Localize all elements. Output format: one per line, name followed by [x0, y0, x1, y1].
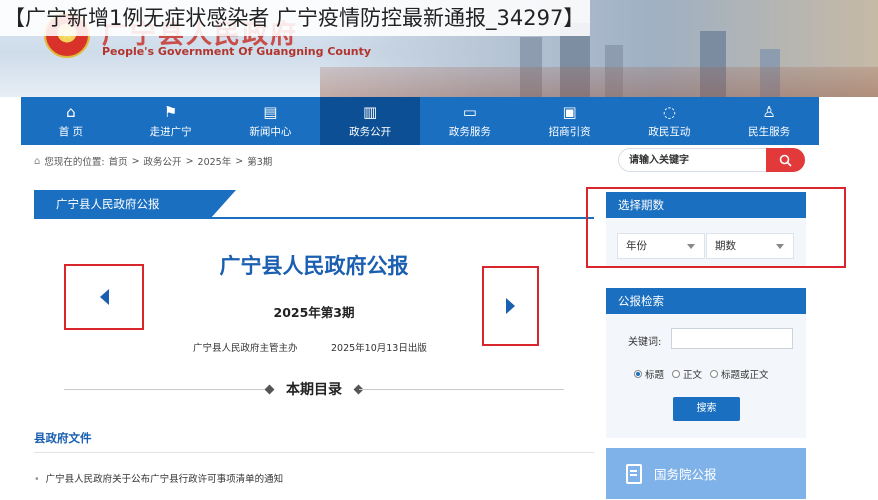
- breadcrumb-prefix: 您现在的位置:: [44, 157, 105, 168]
- breadcrumb-item-issue[interactable]: 第3期: [247, 154, 272, 168]
- radio-title[interactable]: 标题: [634, 367, 664, 381]
- section-tab-slant: [210, 190, 236, 219]
- radio-circle: [672, 370, 681, 378]
- nav-item-label: 政民互动: [648, 125, 691, 138]
- main-nav: ⌂ 首 页 ⚑ 走进广宁 ▤ 新闻中心 ▥ 政务公开 ▭ 政务服务 ▣ 招商引资…: [21, 97, 819, 145]
- breadcrumb: ⌂ 您现在的位置: 首页 > 政务公开 > 2025年 > 第3期: [34, 154, 272, 169]
- radio-label: 标题或正文: [721, 370, 769, 381]
- prev-issue-button[interactable]: [64, 264, 144, 330]
- state-council-label: 国务院公报: [654, 467, 717, 482]
- nav-item-gov-affairs[interactable]: ▥ 政务公开: [320, 97, 420, 145]
- breadcrumb-item-year[interactable]: 2025年: [198, 154, 232, 168]
- briefcase-icon: ▣: [562, 102, 577, 121]
- nav-item-label: 政务公开: [349, 125, 392, 138]
- breadcrumb-separator: >: [185, 155, 194, 167]
- keyword-input[interactable]: [671, 328, 793, 349]
- radio-label: 正文: [683, 370, 703, 381]
- flag-icon: ⚑: [163, 102, 178, 121]
- radio-body[interactable]: 正文: [672, 367, 702, 381]
- list-item[interactable]: • 广宁县人民政府关于公布广宁县行政许可事项清单的通知: [34, 471, 283, 485]
- nav-item-label: 新闻中心: [249, 125, 292, 138]
- nav-item-home[interactable]: ⌂ 首 页: [21, 97, 121, 145]
- breadcrumb-separator: >: [131, 155, 140, 167]
- section-title: 县政府文件: [34, 431, 92, 445]
- search-icon: [779, 154, 792, 167]
- nav-item-label: 首 页: [58, 125, 84, 138]
- monitor-icon: ▭: [462, 102, 477, 121]
- nav-item-interaction[interactable]: ◌ 政民互动: [620, 97, 720, 145]
- radio-circle: [634, 370, 642, 378]
- radio-label: 标题: [645, 370, 665, 381]
- arrow-left-icon: [99, 289, 109, 305]
- home-icon: ⌂: [66, 102, 76, 121]
- state-council-gazette-link[interactable]: 国务院公报: [606, 448, 806, 499]
- publisher: 广宁县人民政府主管主办: [193, 343, 298, 354]
- nav-item-label: 走进广宁: [149, 125, 192, 138]
- breadcrumb-item-gov-affairs[interactable]: 政务公开: [144, 154, 182, 168]
- overlay-title: 【广宁新增1例无症状感染者 广宁疫情防控最新通报_34297】: [0, 0, 591, 36]
- publish-date: 2025年10月13日出版: [331, 343, 427, 354]
- chat-icon: ◌: [662, 102, 676, 121]
- document-link[interactable]: 广宁县人民政府关于公布广宁县行政许可事项清单的通知: [46, 474, 284, 485]
- nav-item-about[interactable]: ⚑ 走进广宁: [121, 97, 221, 145]
- divider: [359, 389, 564, 390]
- nav-item-news[interactable]: ▤ 新闻中心: [221, 97, 321, 145]
- main-section-header: 广宁县人民政府公报: [34, 190, 594, 219]
- nav-item-label: 民生服务: [748, 125, 791, 138]
- search-panel-title: 公报检索: [606, 288, 806, 314]
- next-issue-button[interactable]: [482, 266, 539, 346]
- site-search: [618, 148, 805, 172]
- search-submit-button[interactable]: 搜索: [673, 397, 740, 421]
- nav-item-livelihood[interactable]: ♙ 民生服务: [719, 97, 819, 145]
- home-icon: ⌂: [34, 155, 41, 167]
- radio-title-or-body[interactable]: 标题或正文: [710, 367, 769, 381]
- nav-item-label: 政务服务: [448, 125, 491, 138]
- nav-item-investment[interactable]: ▣ 招商引资: [520, 97, 620, 145]
- highlight-box: [586, 187, 846, 268]
- book-icon: ▥: [363, 102, 378, 121]
- document-icon: [626, 463, 642, 484]
- keyword-label: 关键词:: [628, 337, 662, 348]
- section-tab-label: 广宁县人民政府公报: [56, 197, 160, 211]
- gov-name-en: People's Government Of Guangning County: [102, 45, 372, 58]
- divider: [34, 452, 594, 453]
- search-scope-options: 标题 正文 标题或正文: [634, 367, 769, 381]
- bullet-icon: •: [34, 474, 40, 485]
- search-button[interactable]: [766, 148, 805, 172]
- radio-circle: [710, 370, 719, 378]
- nav-item-label: 招商引资: [548, 125, 591, 138]
- toc-heading: 本期目录: [64, 378, 564, 400]
- arrow-right-icon: [506, 298, 515, 314]
- person-icon: ♙: [762, 102, 776, 121]
- breadcrumb-item-home[interactable]: 首页: [109, 154, 128, 168]
- news-icon: ▤: [263, 102, 278, 121]
- nav-item-services[interactable]: ▭ 政务服务: [420, 97, 520, 145]
- search-input[interactable]: [618, 148, 766, 172]
- breadcrumb-separator: >: [235, 155, 244, 167]
- rooftops-image: [320, 67, 878, 97]
